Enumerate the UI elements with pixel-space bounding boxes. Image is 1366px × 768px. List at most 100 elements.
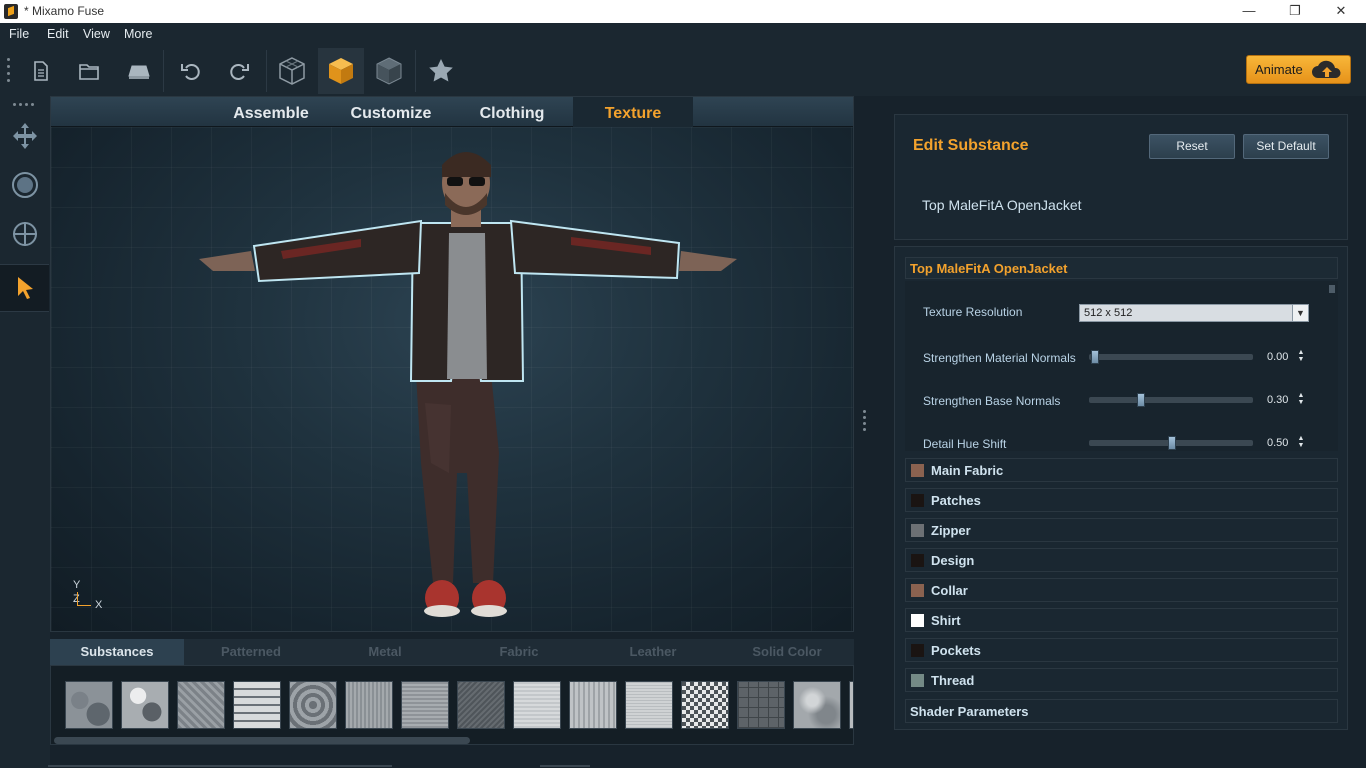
stepper-arrows-icon[interactable]: ▲ ▼ <box>1297 392 1305 406</box>
texture-resolution-label: Texture Resolution <box>923 305 1023 319</box>
cloud-upload-icon <box>1312 60 1341 78</box>
tab-clothing[interactable]: Clothing <box>453 97 571 127</box>
texture-resolution-select[interactable]: 512 x 512 ▼ <box>1079 304 1309 322</box>
section-header[interactable]: Top MaleFitA OpenJacket <box>905 257 1338 279</box>
tab-metal[interactable]: Metal <box>318 639 452 665</box>
move-tool-button[interactable] <box>0 112 49 160</box>
layer-color-chip[interactable] <box>911 524 924 537</box>
favorites-button[interactable] <box>418 48 464 94</box>
layer-color-chip[interactable] <box>911 644 924 657</box>
menu-edit[interactable]: Edit <box>47 27 69 41</box>
swatch-scrollbar[interactable] <box>54 737 470 744</box>
animate-button[interactable]: Animate <box>1246 55 1351 84</box>
new-file-button[interactable] <box>18 48 64 94</box>
material-swatch[interactable] <box>177 681 225 729</box>
substance-parameters-panel: Top MaleFitA OpenJacket Texture Resoluti… <box>894 246 1348 730</box>
menu-more[interactable]: More <box>124 27 152 41</box>
layer-name: Collar <box>931 583 968 598</box>
tab-assemble[interactable]: Assemble <box>221 97 321 127</box>
shader-parameters-header[interactable]: Shader Parameters <box>905 699 1338 723</box>
wireframe-mode-button[interactable] <box>269 48 315 94</box>
material-swatch[interactable] <box>401 681 449 729</box>
slider-track[interactable] <box>1089 393 1253 407</box>
material-swatch[interactable] <box>345 681 393 729</box>
redo-button[interactable] <box>216 48 262 94</box>
status-divider <box>48 765 392 767</box>
3d-viewport[interactable]: Assemble Customize Clothing Texture Y X <box>50 96 854 632</box>
slider-track[interactable] <box>1089 436 1253 450</box>
tab-leather[interactable]: Leather <box>586 639 720 665</box>
slider-thumb[interactable] <box>1091 350 1099 364</box>
tab-substances[interactable]: Substances <box>50 639 184 665</box>
maximize-button[interactable]: ❐ <box>1272 0 1318 23</box>
tab-texture[interactable]: Texture <box>573 97 693 127</box>
material-swatch[interactable] <box>121 681 169 729</box>
toolbar-separator <box>266 50 267 92</box>
target-tool-button[interactable] <box>0 210 49 258</box>
reset-button[interactable]: Reset <box>1149 134 1235 159</box>
material-swatch[interactable] <box>513 681 561 729</box>
select-tool-button[interactable] <box>0 264 49 312</box>
substance-layer-row[interactable]: Main Fabric <box>905 458 1338 482</box>
character-model[interactable] <box>181 143 751 623</box>
panel-splitter[interactable] <box>862 410 866 434</box>
set-default-button[interactable]: Set Default <box>1243 134 1329 159</box>
material-swatch[interactable] <box>289 681 337 729</box>
substance-layer-row[interactable]: Thread <box>905 668 1338 692</box>
slider-thumb[interactable] <box>1168 436 1176 450</box>
layer-color-chip[interactable] <box>911 464 924 477</box>
new-file-icon <box>34 61 48 81</box>
material-swatch-panel <box>50 665 854 745</box>
parameters-scrollbar[interactable] <box>1329 285 1335 293</box>
tab-customize[interactable]: Customize <box>331 97 451 127</box>
orbit-tool-button[interactable] <box>0 161 49 209</box>
material-swatch[interactable] <box>625 681 673 729</box>
material-swatch[interactable] <box>793 681 841 729</box>
tab-patterned[interactable]: Patterned <box>184 639 318 665</box>
substance-layer-row[interactable]: Zipper <box>905 518 1338 542</box>
shaded-cube-icon <box>376 57 402 85</box>
save-button[interactable] <box>116 48 162 94</box>
slider-value: 0.00 <box>1267 351 1289 363</box>
slider-thumb[interactable] <box>1137 393 1145 407</box>
window-title: * Mixamo Fuse <box>24 4 105 18</box>
close-button[interactable]: ✕ <box>1318 0 1364 23</box>
minimize-button[interactable]: — <box>1226 0 1272 23</box>
substance-layer-row[interactable]: Patches <box>905 488 1338 512</box>
material-swatch[interactable] <box>65 681 113 729</box>
substance-layer-row[interactable]: Pockets <box>905 638 1338 662</box>
material-swatch[interactable] <box>457 681 505 729</box>
layer-color-chip[interactable] <box>911 614 924 627</box>
layer-name: Pockets <box>931 643 981 658</box>
layer-color-chip[interactable] <box>911 584 924 597</box>
substance-layer-row[interactable]: Design <box>905 548 1338 572</box>
layer-color-chip[interactable] <box>911 674 924 687</box>
stepper-arrows-icon[interactable]: ▲ ▼ <box>1297 349 1305 363</box>
material-swatch[interactable] <box>233 681 281 729</box>
undo-button[interactable] <box>168 48 214 94</box>
solid-mode-button[interactable] <box>318 48 364 94</box>
move-arrows-icon <box>12 123 37 149</box>
tab-solid-color[interactable]: Solid Color <box>720 639 854 665</box>
substance-layer-row[interactable]: Shirt <box>905 608 1338 632</box>
material-swatch[interactable] <box>737 681 785 729</box>
material-swatch[interactable] <box>849 681 853 729</box>
layer-name: Patches <box>931 493 981 508</box>
shaded-mode-button[interactable] <box>366 48 412 94</box>
layer-color-chip[interactable] <box>911 494 924 507</box>
material-swatch[interactable] <box>569 681 617 729</box>
layer-color-chip[interactable] <box>911 554 924 567</box>
parameters-list: Texture Resolution 512 x 512 ▼ Strengthe… <box>905 281 1338 451</box>
slider-value: 0.30 <box>1267 394 1289 406</box>
stepper-arrows-icon[interactable]: ▲ ▼ <box>1297 435 1305 449</box>
title-bar: * Mixamo Fuse — ❐ ✕ <box>0 0 1366 23</box>
menu-file[interactable]: File <box>9 27 29 41</box>
substance-layer-row[interactable]: Collar <box>905 578 1338 602</box>
slider-track[interactable] <box>1089 350 1253 364</box>
open-file-button[interactable] <box>66 48 112 94</box>
menu-view[interactable]: View <box>83 27 110 41</box>
material-swatch[interactable] <box>681 681 729 729</box>
slider-label: Detail Hue Shift <box>923 437 1007 451</box>
strip-grip-icon <box>13 103 34 106</box>
tab-fabric[interactable]: Fabric <box>452 639 586 665</box>
